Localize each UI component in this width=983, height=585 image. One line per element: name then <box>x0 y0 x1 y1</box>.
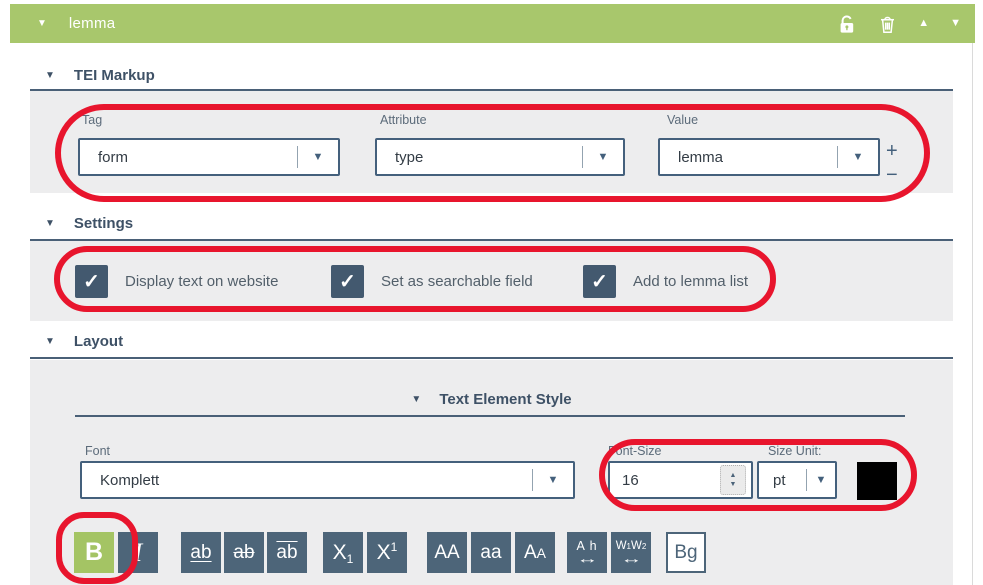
subscript-base: X <box>333 541 347 565</box>
overline-button-label: ab <box>276 542 297 564</box>
superscript-button[interactable]: X1 <box>367 532 407 573</box>
divider <box>30 357 953 359</box>
font-label: Font <box>85 444 110 458</box>
stepper-down-icon[interactable]: ▼ <box>730 481 737 488</box>
size-unit-select[interactable]: pt ▼ <box>757 461 837 499</box>
section-title-settings: Settings <box>74 215 133 232</box>
element-header-bar: ▼ lemma ▲ ▼ <box>10 4 975 43</box>
italic-button[interactable]: I <box>118 532 158 573</box>
left-right-arrow-icon: ↔ <box>620 552 642 565</box>
tag-select-value: form <box>80 149 297 166</box>
value-select-value: lemma <box>660 149 837 166</box>
word-spacing-button[interactable]: W1W2 ↔ <box>611 532 651 573</box>
background-color-button[interactable]: Bg <box>666 532 706 573</box>
smallcaps-button[interactable]: AA <box>515 532 555 573</box>
bold-button[interactable]: B <box>74 532 114 573</box>
size-unit-value: pt <box>759 472 806 489</box>
attribute-select-value: type <box>377 149 582 166</box>
section-title-text-element-style: Text Element Style <box>439 391 571 408</box>
subscript-button[interactable]: X1 <box>323 532 363 573</box>
attribute-label: Attribute <box>380 113 427 127</box>
tag-label: Tag <box>82 113 102 127</box>
display-text-checkbox-label: Display text on website <box>125 273 278 290</box>
header-actions: ▲ ▼ <box>838 14 975 34</box>
attribute-select[interactable]: type ▼ <box>375 138 625 176</box>
font-size-label: Font-Size <box>608 444 662 458</box>
smallcaps-small: A <box>537 545 546 561</box>
stepper-up-icon[interactable]: ▲ <box>730 472 737 479</box>
trash-icon[interactable] <box>878 14 897 34</box>
underline-button-label: ab <box>190 542 211 564</box>
tei-markup-panel: Tag form ▼ Attribute type ▼ Value lemma … <box>30 91 953 193</box>
lemma-list-checkbox-label: Add to lemma list <box>633 273 748 290</box>
strikethrough-button-label: ab <box>233 542 254 564</box>
collapse-tei-markup-icon[interactable]: ▼ <box>45 71 55 81</box>
collapse-layout-icon[interactable]: ▼ <box>45 337 55 347</box>
section-head-layout: ▼ Layout <box>45 333 123 350</box>
value-select[interactable]: lemma ▼ <box>658 138 880 176</box>
layout-panel: ▼ Text Element Style Font Komplett ▼ Fon… <box>30 360 953 585</box>
lowercase-button[interactable]: aa <box>471 532 511 573</box>
unlock-icon[interactable] <box>838 14 857 34</box>
section-title-tei-markup: TEI Markup <box>74 67 155 84</box>
bold-button-label: B <box>85 538 103 567</box>
overline-button[interactable]: ab <box>267 532 307 573</box>
left-right-arrow-icon: ↔ <box>576 552 598 565</box>
panel-right-border <box>972 43 973 585</box>
display-text-checkbox[interactable]: ✓ <box>75 265 108 298</box>
searchable-field-checkbox[interactable]: ✓ <box>331 265 364 298</box>
checkbox-row-searchable: ✓ Set as searchable field <box>331 265 533 298</box>
chevron-down-icon: ▼ <box>298 151 338 163</box>
font-size-stepper[interactable]: ▲ ▼ <box>720 465 746 495</box>
section-head-tei-markup: ▼ TEI Markup <box>45 67 155 84</box>
lemma-element-panel: ▼ lemma ▲ ▼ <box>0 0 983 585</box>
chevron-down-icon: ▼ <box>807 474 835 486</box>
section-head-settings: ▼ Settings <box>45 215 133 232</box>
uppercase-button-label: AA <box>434 542 459 564</box>
move-element-up-icon[interactable]: ▲ <box>918 18 929 29</box>
collapse-text-element-style-icon[interactable]: ▼ <box>411 395 421 405</box>
font-select[interactable]: Komplett ▼ <box>80 461 575 499</box>
chevron-down-icon: ▼ <box>533 474 573 486</box>
letter-spacing-button[interactable]: A h ↔ <box>567 532 607 573</box>
superscript-base: X <box>377 541 391 565</box>
background-color-button-label: Bg <box>674 542 697 564</box>
checkbox-row-lemma-list: ✓ Add to lemma list <box>583 265 748 298</box>
collapse-settings-icon[interactable]: ▼ <box>45 219 55 229</box>
uppercase-button[interactable]: AA <box>427 532 467 573</box>
section-title-layout: Layout <box>74 333 123 350</box>
chevron-down-icon: ▼ <box>583 151 623 163</box>
smallcaps-base: A <box>524 542 537 564</box>
size-unit-label: Size Unit: <box>768 444 822 458</box>
settings-panel: ✓ Display text on website ✓ Set as searc… <box>30 241 953 321</box>
chevron-down-icon: ▼ <box>838 151 878 163</box>
italic-button-label: I <box>134 538 143 568</box>
move-element-down-icon[interactable]: ▼ <box>950 18 961 29</box>
font-size-input[interactable]: 16 ▲ ▼ <box>608 461 753 499</box>
remove-markup-row-button[interactable]: − <box>886 165 898 185</box>
section-head-text-element-style: ▼ Text Element Style <box>30 391 953 408</box>
underline-button[interactable]: ab <box>181 532 221 573</box>
font-color-swatch[interactable] <box>857 462 897 500</box>
element-title: lemma <box>69 15 116 32</box>
strikethrough-button[interactable]: ab <box>224 532 264 573</box>
superscript-digit: 1 <box>391 540 398 554</box>
font-select-value: Komplett <box>82 472 532 489</box>
lemma-list-checkbox[interactable]: ✓ <box>583 265 616 298</box>
searchable-field-checkbox-label: Set as searchable field <box>381 273 533 290</box>
subscript-digit: 1 <box>347 552 354 566</box>
tag-select[interactable]: form ▼ <box>78 138 340 176</box>
font-size-value: 16 <box>610 472 720 489</box>
value-label: Value <box>667 113 698 127</box>
lowercase-button-label: aa <box>480 542 501 564</box>
collapse-element-icon[interactable]: ▼ <box>37 18 47 29</box>
divider <box>75 415 905 417</box>
add-markup-row-button[interactable]: + <box>886 141 898 161</box>
checkbox-row-display-text: ✓ Display text on website <box>75 265 278 298</box>
